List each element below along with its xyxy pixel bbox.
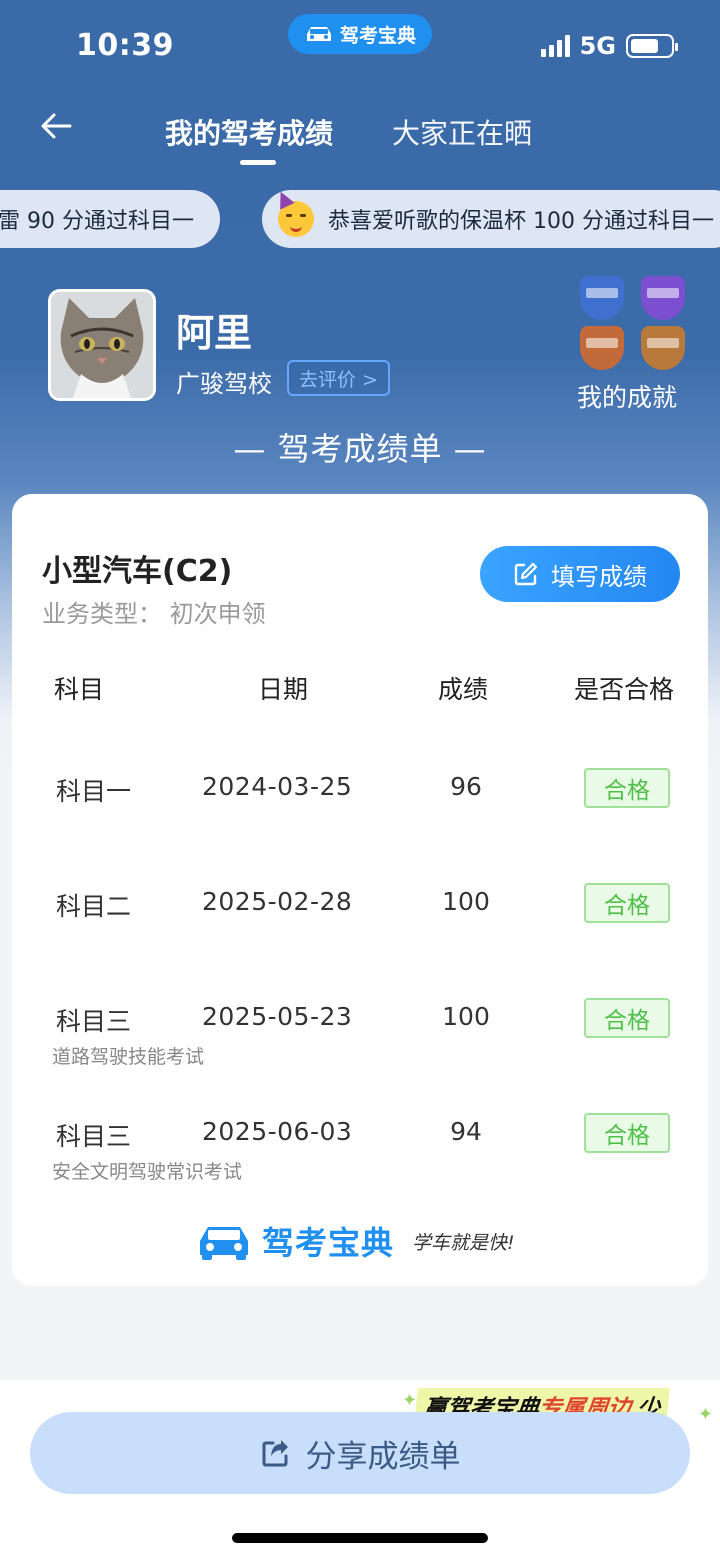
party-emoji-icon bbox=[273, 190, 314, 237]
review-button[interactable]: 去评价 > bbox=[287, 360, 390, 396]
header-score: 成绩 bbox=[438, 675, 489, 704]
pass-badge: 合格 bbox=[584, 768, 670, 808]
brand-name: 驾考宝典 bbox=[262, 1224, 395, 1262]
car-icon bbox=[306, 27, 331, 41]
user-name: 阿里 bbox=[176, 311, 253, 355]
row-score: 94 bbox=[450, 1117, 482, 1146]
battery-icon bbox=[626, 34, 678, 58]
fill-score-label: 填写成绩 bbox=[551, 562, 647, 591]
home-indicator[interactable] bbox=[232, 1533, 488, 1543]
report-title: — 驾考成绩单 — bbox=[233, 430, 487, 468]
row-note: 安全文明驾驶常识考试 bbox=[52, 1161, 243, 1183]
network-type: 5G bbox=[579, 32, 616, 60]
ticker-text: 雷 90 分通过科目一 bbox=[0, 209, 194, 234]
badge-icon bbox=[579, 276, 624, 320]
row-subject: 科目一 bbox=[56, 777, 132, 806]
row-score: 100 bbox=[442, 1002, 490, 1031]
active-tab-indicator bbox=[240, 160, 276, 165]
avatar[interactable] bbox=[48, 289, 156, 401]
ticker-item[interactable]: 雷 90 分通过科目一 bbox=[0, 190, 220, 248]
share-report-button[interactable]: 分享成绩单 bbox=[30, 1412, 690, 1494]
score-card: 小型汽车(C2) 业务类型： 初次申领 填写成绩 科目 日期 成绩 是否合格 科… bbox=[12, 494, 708, 1286]
share-label: 分享成绩单 bbox=[305, 1438, 461, 1475]
app-badge[interactable]: 驾考宝典 bbox=[288, 14, 432, 54]
cat-photo bbox=[51, 292, 153, 398]
fill-score-button[interactable]: 填写成绩 bbox=[480, 546, 680, 602]
row-subject: 科目三 bbox=[56, 1122, 132, 1151]
ticker-text: 恭喜爱听歌的保温杯 100 分通过科目一 bbox=[328, 209, 714, 234]
badge-icon bbox=[640, 276, 685, 320]
app-badge-label: 驾考宝典 bbox=[339, 24, 416, 47]
badge-icon bbox=[640, 326, 685, 370]
row-note: 道路驾驶技能考试 bbox=[52, 1046, 205, 1068]
table-row: 科目二 2025-02-28 100 合格 bbox=[12, 883, 708, 987]
row-date: 2025-02-28 bbox=[202, 887, 353, 916]
license-type: 小型汽车(C2) bbox=[42, 554, 233, 589]
table-row: 科目三 2025-05-23 100 道路驾驶技能考试 合格 bbox=[12, 998, 708, 1102]
row-subject: 科目二 bbox=[56, 892, 132, 921]
row-subject: 科目三 bbox=[56, 1007, 132, 1036]
car-logo-icon bbox=[200, 1227, 248, 1260]
header-passed: 是否合格 bbox=[574, 675, 675, 704]
row-score: 100 bbox=[442, 887, 490, 916]
status-indicators: 5G bbox=[540, 32, 678, 60]
sparkle-icon: ✦ bbox=[698, 1404, 714, 1425]
pass-badge: 合格 bbox=[584, 1113, 670, 1153]
table-row: 科目三 2025-06-03 94 安全文明驾驶常识考试 合格 bbox=[12, 1113, 708, 1217]
row-score: 96 bbox=[450, 772, 482, 801]
achievements-label[interactable]: 我的成就 bbox=[577, 378, 677, 414]
brand-footer: 驾考宝典 学车就是快! bbox=[196, 1218, 515, 1264]
signal-icon bbox=[540, 35, 570, 57]
tab-my-scores[interactable]: 我的驾考成绩 bbox=[165, 112, 333, 152]
achievement-badges[interactable] bbox=[576, 276, 688, 372]
driving-school: 广骏驾校 bbox=[176, 370, 272, 398]
status-time: 10:39 bbox=[76, 28, 174, 63]
share-icon bbox=[262, 1440, 288, 1467]
row-date: 2024-03-25 bbox=[202, 772, 353, 801]
ticker-item[interactable]: 恭喜爱听歌的保温杯 100 分通过科目一 bbox=[262, 190, 720, 248]
back-arrow-icon[interactable] bbox=[36, 106, 76, 146]
header-date: 日期 bbox=[258, 675, 309, 704]
header-subject: 科目 bbox=[54, 675, 105, 704]
business-type: 业务类型： 初次申领 bbox=[42, 600, 266, 628]
pass-badge: 合格 bbox=[584, 998, 670, 1038]
pass-badge: 合格 bbox=[584, 883, 670, 923]
table-row: 科目一 2024-03-25 96 合格 bbox=[12, 768, 708, 872]
row-date: 2025-06-03 bbox=[202, 1117, 353, 1146]
edit-icon bbox=[514, 562, 538, 586]
badge-icon bbox=[579, 326, 624, 370]
brand-slogan: 学车就是快! bbox=[412, 1231, 515, 1254]
row-date: 2025-05-23 bbox=[202, 1002, 353, 1031]
tab-everyone-sharing[interactable]: 大家正在晒 bbox=[392, 112, 532, 152]
